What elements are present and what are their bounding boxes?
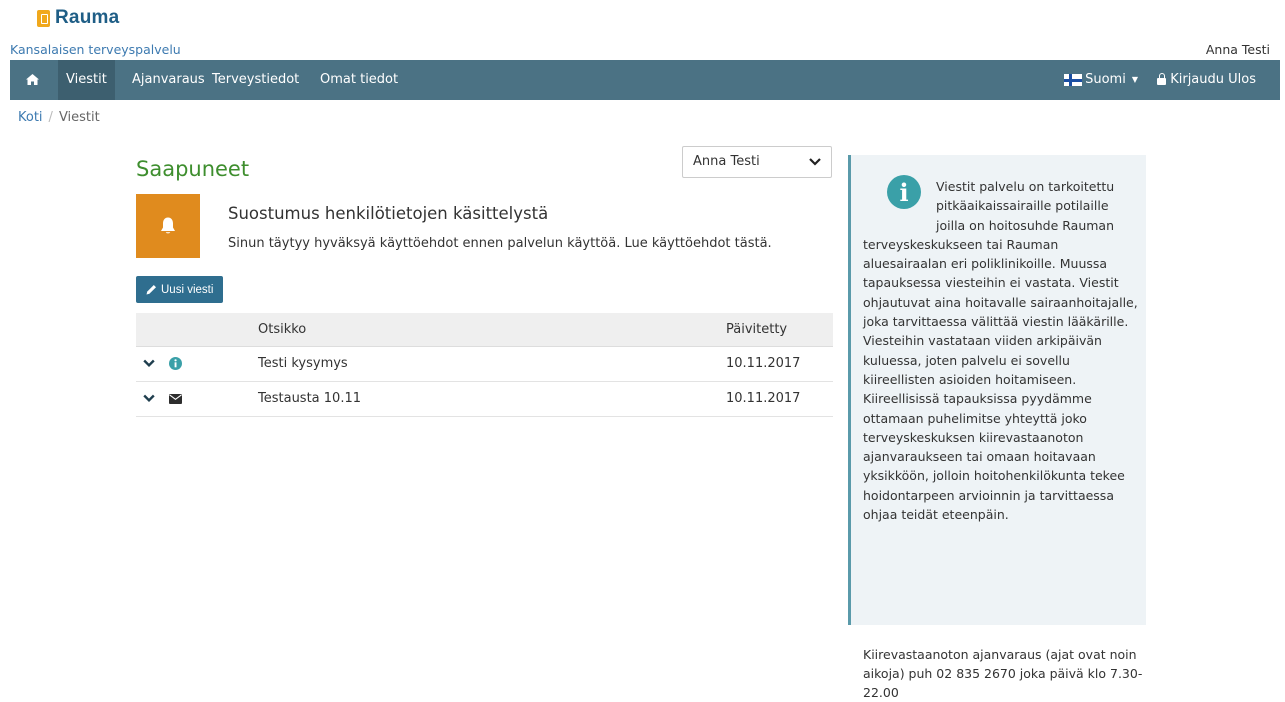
breadcrumb: Koti / Viestit (18, 110, 100, 125)
logout-link[interactable]: Kirjaudu Ulos (1157, 60, 1256, 100)
message-updated: 10.11.2017 (726, 356, 801, 371)
page-title: Saapuneet (136, 157, 250, 181)
bell-icon (161, 217, 175, 234)
table-header: Otsikko Päivitetty (136, 313, 833, 347)
notice-text-link[interactable]: Sinun täytyy hyväksyä käyttöehdot ennen … (228, 236, 772, 251)
recipient-select[interactable]: Anna Testi (682, 146, 832, 178)
language-dropdown[interactable]: Suomi ▼ (1064, 60, 1138, 100)
column-header-title[interactable]: Otsikko (258, 313, 306, 346)
notice-badge (136, 194, 200, 258)
caret-down-icon: ▼ (1131, 75, 1138, 84)
message-title[interactable]: Testausta 10.11 (258, 382, 361, 416)
new-message-label: Uusi viesti (161, 283, 214, 296)
message-title[interactable]: Testi kysymys (258, 347, 348, 381)
service-name-link[interactable]: Kansalaisen terveyspalvelu (10, 42, 181, 57)
info-panel: i Viestit palvelu on tarkoitettu pitkäai… (848, 155, 1146, 625)
logo-mark-icon (37, 9, 50, 27)
main-navbar: Viestit Ajanvaraus Terveystiedot Omat ti… (10, 60, 1280, 100)
table-row[interactable]: Testi kysymys 10.11.2017 (136, 347, 833, 382)
expand-chevron-icon[interactable] (143, 359, 155, 368)
notice-title: Suostumus henkilötietojen käsittelystä (228, 204, 549, 223)
nav-home[interactable] (26, 60, 40, 100)
lock-icon (1157, 73, 1167, 85)
home-icon (26, 74, 39, 85)
nav-item-terveystiedot[interactable]: Terveystiedot (212, 60, 299, 100)
breadcrumb-current: Viestit (58, 110, 100, 125)
breadcrumb-separator: / (48, 110, 53, 125)
rauma-logo[interactable]: Rauma (37, 6, 119, 30)
nav-item-ajanvaraus[interactable]: Ajanvaraus (132, 60, 205, 100)
current-user-name: Anna Testi (1205, 42, 1270, 57)
info-panel-content: Viestit palvelu on tarkoitettu pitkäaika… (863, 177, 1138, 524)
nav-item-viestit[interactable]: Viestit (58, 60, 115, 100)
finland-flag-icon (1064, 74, 1083, 86)
column-header-updated[interactable]: Päivitetty (726, 313, 787, 346)
info-icon-spacer (863, 177, 936, 233)
message-updated: 10.11.2017 (726, 391, 801, 406)
envelope-icon (169, 394, 182, 404)
expand-chevron-icon[interactable] (143, 394, 155, 403)
logo-text: Rauma (55, 7, 120, 28)
breadcrumb-home[interactable]: Koti (18, 110, 43, 125)
pencil-icon (146, 285, 156, 295)
language-label: Suomi (1085, 72, 1126, 87)
recipient-select-value: Anna Testi (693, 154, 760, 169)
messages-table: Otsikko Päivitetty Testi kysymys 10.11.2… (136, 313, 833, 417)
chevron-down-icon (809, 158, 821, 166)
table-row[interactable]: Testausta 10.11 10.11.2017 (136, 382, 833, 417)
logout-label: Kirjaudu Ulos (1170, 72, 1256, 87)
info-circle-icon (169, 357, 182, 370)
urgent-booking-note: Kiirevastaanoton ajanvaraus (ajat ovat n… (863, 647, 1143, 700)
nav-item-omat-tiedot[interactable]: Omat tiedot (320, 60, 398, 100)
new-message-button[interactable]: Uusi viesti (136, 276, 224, 303)
